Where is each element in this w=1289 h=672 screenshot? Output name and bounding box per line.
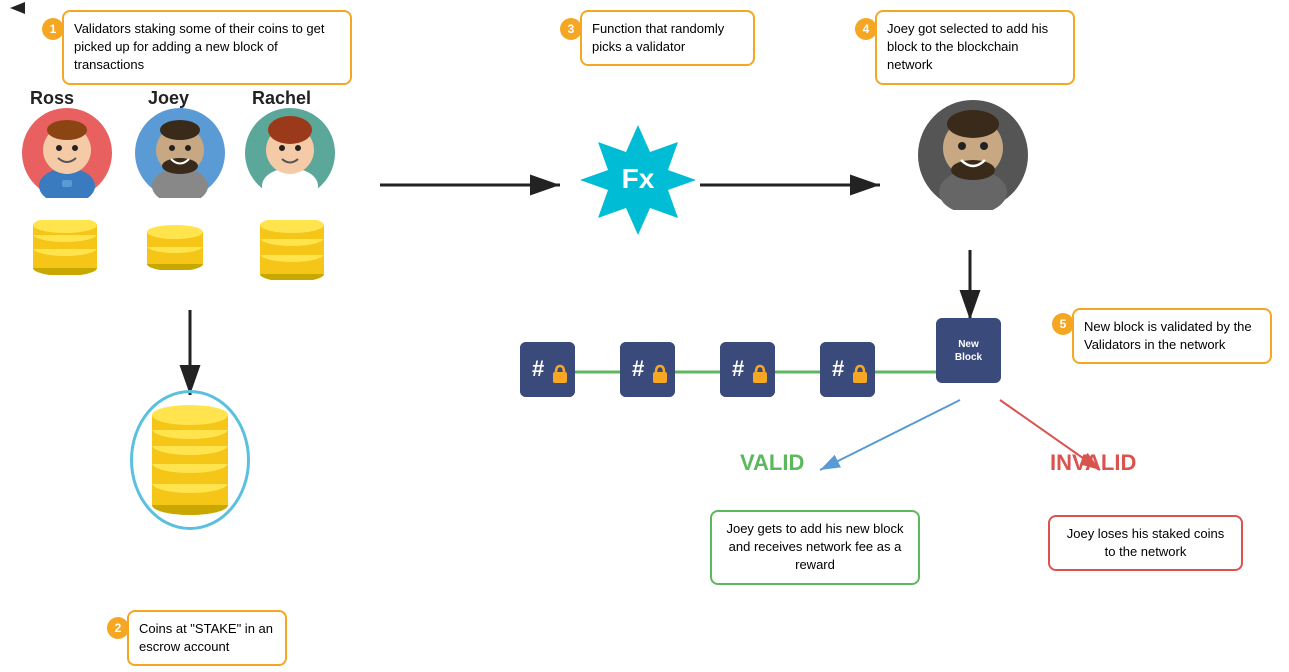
step3-callout: Function that randomly picks a validator (580, 10, 755, 66)
step4-badge: 4 (855, 18, 877, 40)
step1-text: Validators staking some of their coins t… (74, 21, 325, 72)
joey-avatar (135, 108, 225, 198)
step5-callout: New block is validated by the Validators… (1072, 308, 1272, 364)
step1-badge: 1 (42, 18, 64, 40)
svg-text:#: # (532, 356, 544, 381)
svg-text:Fx: Fx (622, 163, 655, 194)
new-block: NewBlock (936, 318, 1001, 383)
back-arrow (10, 2, 25, 14)
step2-badge: 2 (107, 617, 129, 639)
ross-coins (25, 220, 105, 275)
ross-label: Ross (30, 88, 74, 109)
step2-text: Coins at "STAKE" in an escrow account (139, 621, 273, 654)
joey-selected-avatar (918, 100, 1028, 210)
step3-badge: 3 (560, 18, 582, 40)
step2-callout: Coins at "STAKE" in an escrow account (127, 610, 287, 666)
svg-text:#: # (732, 356, 744, 381)
step4-callout: Joey got selected to add his block to th… (875, 10, 1075, 85)
step5-text: New block is validated by the Validators… (1084, 319, 1252, 352)
step3-text: Function that randomly picks a validator (592, 21, 724, 54)
joey-coins (140, 220, 210, 270)
escrow-oval (130, 390, 250, 530)
joey-label: Joey (148, 88, 189, 109)
blockchain-block-4: # (820, 342, 875, 397)
valid-text: Joey gets to add his new block and recei… (726, 521, 903, 572)
fx-badge: Fx (578, 120, 698, 240)
ross-avatar (22, 108, 112, 198)
rachel-coins (252, 220, 332, 280)
step1-callout: Validators staking some of their coins t… (62, 10, 352, 85)
svg-text:#: # (832, 356, 844, 381)
rachel-avatar (245, 108, 335, 198)
rachel-label: Rachel (252, 88, 311, 109)
step4-text: Joey got selected to add his block to th… (887, 21, 1048, 72)
valid-callout: Joey gets to add his new block and recei… (710, 510, 920, 585)
escrow-coins (140, 405, 240, 515)
invalid-text: Joey loses his staked coins to the netwo… (1067, 526, 1225, 559)
invalid-label: INVALID (1050, 450, 1136, 476)
diagram: 1 Validators staking some of their coins… (0, 0, 1289, 672)
blockchain-block-3: # (720, 342, 775, 397)
blockchain-block-2: # (620, 342, 675, 397)
svg-text:#: # (632, 356, 644, 381)
valid-label: VALID (740, 450, 804, 476)
step5-badge: 5 (1052, 313, 1074, 335)
blockchain-block-1: # (520, 342, 575, 397)
invalid-callout: Joey loses his staked coins to the netwo… (1048, 515, 1243, 571)
new-block-label: NewBlock (955, 339, 982, 363)
